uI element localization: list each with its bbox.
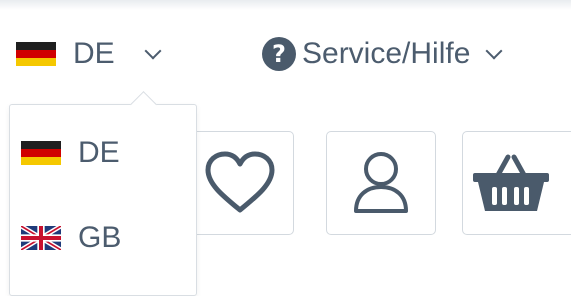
language-dropdown: DE GB [9,91,197,296]
current-language-label: DE [73,37,115,70]
germany-flag-icon [21,141,61,165]
user-icon [354,152,408,213]
cart-button[interactable] [462,131,571,235]
language-selector[interactable]: DE [16,34,162,74]
question-circle-icon: ? [262,37,296,71]
dropdown-caret [130,91,157,118]
account-button[interactable] [326,131,436,235]
language-option-gb[interactable]: GB [21,218,121,258]
chevron-down-icon [144,42,162,60]
header-top-edge [0,0,571,10]
wishlist-button[interactable] [186,131,294,235]
language-option-label: GB [78,221,122,254]
chevron-down-icon [485,42,503,60]
service-help-label: Service/Hilfe [302,37,471,70]
germany-flag-icon [16,42,56,66]
language-option-de[interactable]: DE [21,133,120,173]
uk-flag-icon [21,226,61,250]
basket-icon [473,154,549,211]
service-help-menu[interactable]: ? Service/Hilfe [262,32,503,76]
language-option-label: DE [78,136,120,169]
heart-icon [205,151,275,213]
